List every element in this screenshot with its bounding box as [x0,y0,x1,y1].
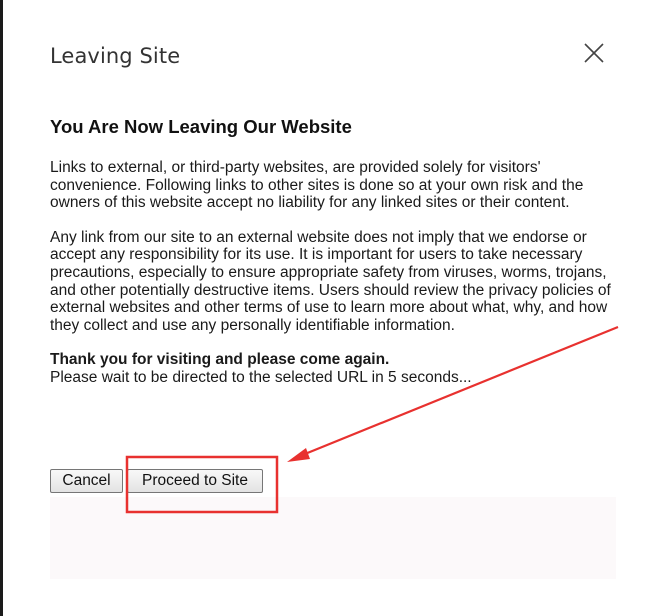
cancel-button[interactable]: Cancel [50,469,123,493]
thanks-text: Thank you for visiting and please come a… [50,351,390,369]
proceed-to-site-button[interactable]: Proceed to Site [127,469,263,493]
closing-message: Thank you for visiting and please come a… [50,351,620,386]
redirect-frame [50,497,616,579]
close-button[interactable] [581,40,607,66]
content-heading: You Are Now Leaving Our Website [50,116,352,137]
leaving-site-dialog: Leaving Site You Are Now Leaving Our Web… [3,0,648,616]
disclaimer-paragraph-2: Any link from our site to an external we… [50,228,611,334]
dialog-buttons: Cancel Proceed to Site [50,469,263,493]
redirect-notice: Please wait to be directed to the select… [50,368,472,386]
dialog-content: You Are Now Leaving Our Website Links to… [50,116,620,404]
disclaimer-paragraph-1: Links to external, or third-party websit… [50,159,584,212]
modal-title: Leaving Site [50,44,181,68]
close-icon [584,43,604,63]
